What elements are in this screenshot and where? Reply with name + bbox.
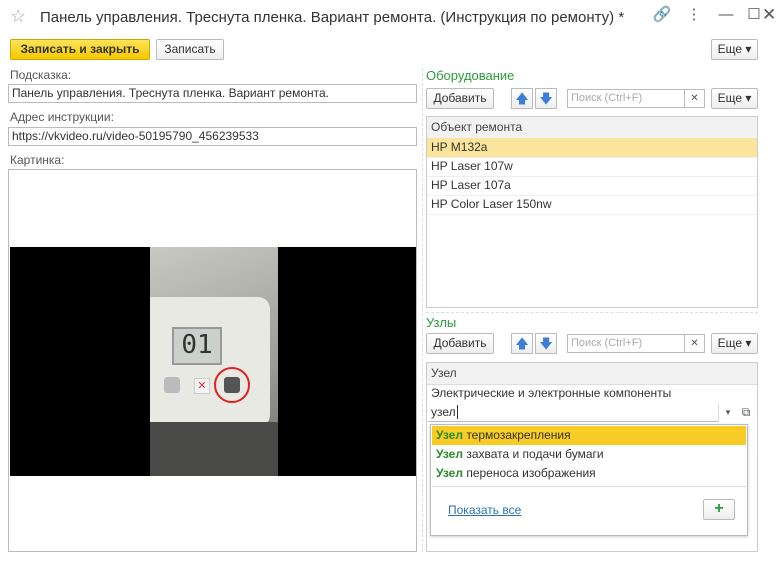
url-label: Адрес инструкции: xyxy=(10,110,114,124)
nodes-search-input[interactable]: Поиск (Ctrl+F) xyxy=(567,334,685,353)
list-item[interactable]: Узел термозакрепления xyxy=(432,426,746,445)
maximize-icon[interactable]: ☐ xyxy=(744,6,764,24)
more-label: Еще xyxy=(717,91,743,105)
column-header[interactable]: Узел xyxy=(427,363,757,385)
close-icon[interactable]: ✕ xyxy=(762,6,776,24)
text-cursor xyxy=(456,405,458,419)
move-down-icon[interactable]: 🡇 xyxy=(535,88,557,109)
dropdown-arrow-icon[interactable]: ▾ xyxy=(718,403,737,422)
equipment-add-button[interactable]: Добавить xyxy=(426,88,494,109)
table-row[interactable]: Электрические и электронные компоненты xyxy=(427,384,757,403)
open-form-icon[interactable]: ⧉ xyxy=(737,403,755,422)
match-text: Узел xyxy=(436,466,463,480)
node-edit-input[interactable]: узел xyxy=(428,403,718,422)
more-label: Еще xyxy=(717,336,743,350)
more-vertical-icon[interactable]: ⋮ xyxy=(684,6,704,24)
clear-search-icon[interactable]: ✕ xyxy=(685,89,705,108)
table-row[interactable]: HP Color Laser 150nw xyxy=(427,195,757,215)
link-icon[interactable]: 🔗 xyxy=(652,6,672,24)
item-text: захвата и подачи бумаги xyxy=(462,447,604,461)
picture-label: Картинка: xyxy=(10,153,65,167)
minimize-icon[interactable]: — xyxy=(716,6,736,24)
hint-label: Подсказка: xyxy=(10,68,72,82)
save-and-close-button[interactable]: Записать и закрыть xyxy=(10,39,150,60)
add-plus-icon[interactable]: + xyxy=(703,499,735,520)
item-text: переноса изображения xyxy=(462,466,596,480)
move-up-icon[interactable]: 🡅 xyxy=(511,333,533,354)
column-header[interactable]: Объект ремонта xyxy=(427,117,757,139)
list-item[interactable]: Узел захвата и подачи бумаги xyxy=(432,445,746,464)
nodes-add-button[interactable]: Добавить xyxy=(426,333,494,354)
match-text: Узел xyxy=(436,428,463,442)
equipment-more-button[interactable]: Еще ▾ xyxy=(711,88,758,109)
printer-photo: 01 ✕ xyxy=(150,247,278,476)
move-up-icon[interactable]: 🡅 xyxy=(511,88,533,109)
lcd-display: 01 xyxy=(172,327,222,365)
autocomplete-dropdown[interactable]: Узел термозакрепления Узел захвата и под… xyxy=(430,424,748,536)
panel-button xyxy=(164,377,180,393)
equipment-table[interactable]: Объект ремонта HP M132a HP Laser 107w HP… xyxy=(426,116,758,308)
nodes-more-button[interactable]: Еще ▾ xyxy=(711,333,758,354)
table-row[interactable]: HP M132a xyxy=(427,138,757,158)
match-text: Узел xyxy=(436,447,463,461)
dropdown-divider xyxy=(432,486,746,487)
favorite-star-icon[interactable]: ☆ xyxy=(10,7,26,25)
panel-divider xyxy=(422,68,423,552)
item-text: термозакрепления xyxy=(462,428,571,442)
clear-search-icon[interactable]: ✕ xyxy=(685,334,705,353)
window-title: Панель управления. Треснута пленка. Вари… xyxy=(40,9,625,26)
highlight-circle xyxy=(214,367,250,403)
hint-field[interactable]: Панель управления. Треснута пленка. Вари… xyxy=(8,84,417,103)
url-field[interactable]: https://vkvideo.ru/video-50195790_456239… xyxy=(8,127,417,146)
move-down-icon[interactable]: 🡇 xyxy=(535,333,557,354)
equipment-title: Оборудование xyxy=(426,68,515,83)
more-button[interactable]: Еще ▾ xyxy=(711,39,758,60)
list-item[interactable]: Узел переноса изображения xyxy=(432,464,746,483)
cancel-panel-icon: ✕ xyxy=(194,378,210,394)
photo-bottom xyxy=(150,422,278,476)
save-button[interactable]: Записать xyxy=(156,39,224,60)
section-divider xyxy=(426,312,758,313)
show-all-link[interactable]: Показать все xyxy=(448,503,521,517)
node-input-text: узел xyxy=(431,405,456,419)
start-panel-icon xyxy=(224,377,240,393)
more-label: Еще xyxy=(717,42,743,56)
table-row[interactable]: HP Laser 107w xyxy=(427,157,757,177)
equipment-search-input[interactable]: Поиск (Ctrl+F) xyxy=(567,89,685,108)
picture-image: 01 ✕ xyxy=(10,247,416,476)
picture-frame[interactable]: 01 ✕ xyxy=(8,169,417,552)
nodes-title: Узлы xyxy=(426,315,457,330)
table-row[interactable]: HP Laser 107a xyxy=(427,176,757,196)
